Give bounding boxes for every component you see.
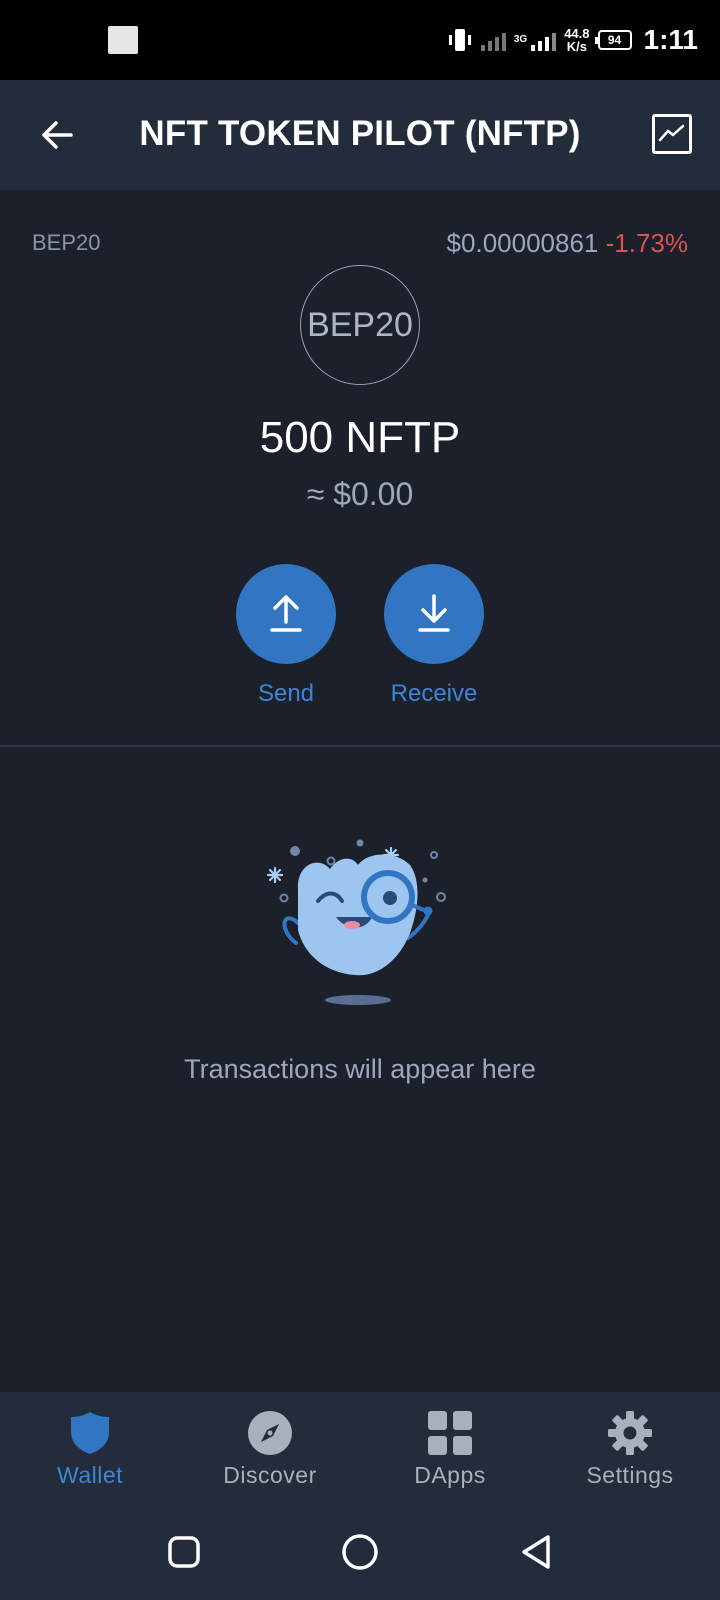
signal-icon-sim2 (531, 29, 557, 51)
nav-item-dapps[interactable]: DApps (360, 1392, 540, 1504)
fiat-balance: ≈ $0.00 (306, 476, 414, 512)
price-value: $0.00000861 (446, 228, 599, 258)
nav-item-settings[interactable]: Settings (540, 1392, 720, 1504)
empty-transactions-illustration (266, 839, 446, 1005)
nav-item-discover[interactable]: Discover (180, 1392, 360, 1504)
send-label[interactable]: Send (206, 680, 366, 708)
clock: 1:11 (643, 24, 699, 55)
notification-icon (108, 26, 138, 54)
system-back-button[interactable] (516, 1532, 556, 1572)
recents-button[interactable] (164, 1532, 204, 1572)
battery-level: 94 (607, 33, 622, 47)
grid-icon (428, 1411, 472, 1455)
receive-button[interactable] (384, 564, 484, 664)
shield-icon (71, 1412, 109, 1454)
line-chart-icon (658, 124, 685, 142)
download-arrow-icon (418, 594, 450, 632)
app-header: NFT TOKEN PILOT (NFTP) (0, 80, 720, 190)
network-type: 3G (513, 34, 528, 45)
network-speed-unit: K/s (566, 39, 587, 54)
page-title: NFT TOKEN PILOT (NFTP) (139, 114, 581, 153)
status-icons: 3G 44.8 K/s 94 1:11 (447, 18, 698, 62)
compass-icon (248, 1411, 292, 1455)
circle-icon (342, 1534, 378, 1570)
bottom-nav: Wallet Discover DApps Settings (0, 1392, 720, 1504)
send-button[interactable] (236, 564, 336, 664)
receive-action: Receive (384, 564, 484, 708)
price-chart-button[interactable] (652, 114, 692, 154)
nav-label-discover: Discover (223, 1462, 317, 1488)
nav-label-dapps: DApps (414, 1462, 486, 1488)
battery-icon: 94 (594, 30, 632, 50)
upload-arrow-icon (270, 595, 302, 632)
nav-label-settings: Settings (586, 1462, 674, 1488)
section-divider (0, 745, 720, 747)
gear-icon (608, 1411, 652, 1455)
send-action: Send (236, 564, 336, 708)
network-speed: 44.8 K/s (564, 27, 589, 53)
token-logo: BEP20 (300, 265, 420, 385)
empty-state-message: Transactions will appear here (184, 1054, 536, 1084)
token-balance: 500 NFTP (259, 413, 461, 462)
triangle-back-icon (522, 1535, 550, 1569)
network-tag: BEP20 (32, 230, 101, 255)
square-icon (168, 1536, 200, 1568)
nav-item-wallet[interactable]: Wallet (0, 1392, 180, 1504)
home-button[interactable] (340, 1532, 380, 1572)
token-price: $0.00000861 -1.73% (447, 228, 688, 259)
nav-label-wallet: Wallet (56, 1462, 124, 1488)
receive-label[interactable]: Receive (354, 680, 514, 708)
status-bar: 3G 44.8 K/s 94 1:11 (0, 0, 720, 80)
system-nav-bar (0, 1504, 720, 1600)
signal-icon-sim1 (480, 29, 506, 51)
price-change: -1.73% (605, 228, 688, 258)
vibrate-icon (447, 27, 473, 53)
